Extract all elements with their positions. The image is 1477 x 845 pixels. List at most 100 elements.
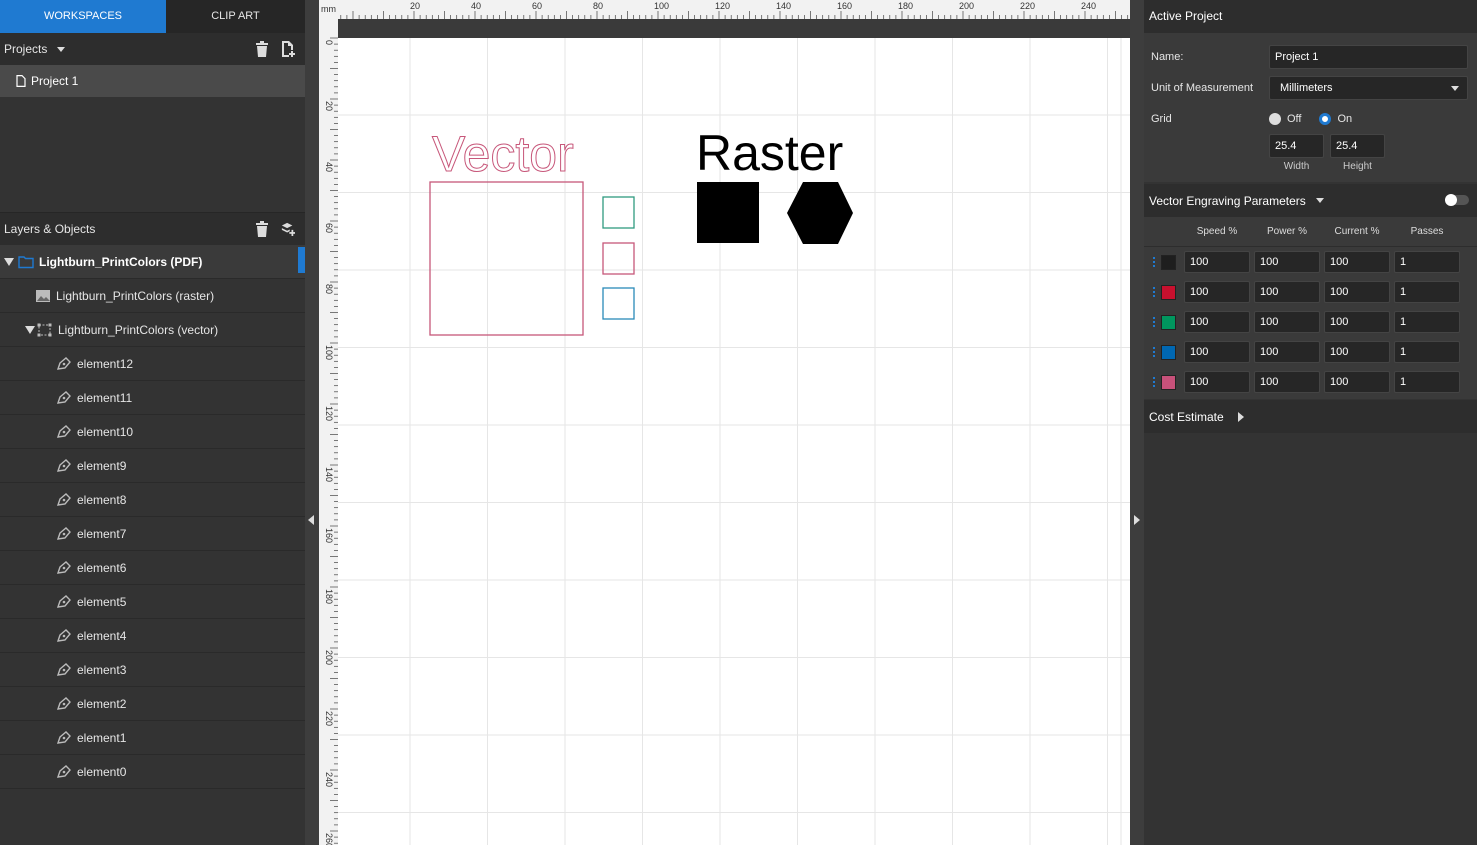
vector-large-rect[interactable] — [429, 181, 584, 336]
col-current: Current % — [1334, 226, 1380, 237]
vector-params-toggle[interactable] — [1445, 194, 1469, 206]
power-field[interactable]: 100 — [1254, 251, 1320, 273]
project-item[interactable]: Project 1 — [0, 65, 305, 97]
current-field[interactable]: 100 — [1324, 371, 1390, 393]
layer-element[interactable]: element3 — [0, 653, 305, 687]
raster-text[interactable]: Raster — [696, 125, 843, 181]
pen-tool-icon — [56, 696, 71, 710]
tab-clip-art[interactable]: CLIP ART — [166, 0, 305, 33]
grid-on-radio[interactable]: On — [1319, 112, 1352, 125]
speed-field[interactable]: 100 — [1184, 371, 1250, 393]
passes-field[interactable]: 1 — [1394, 371, 1460, 393]
current-field[interactable]: 100 — [1324, 281, 1390, 303]
grid-off-radio[interactable]: Off — [1269, 112, 1301, 125]
left-splitter[interactable] — [305, 0, 319, 845]
layer-element[interactable]: element2 — [0, 687, 305, 721]
layer-vector[interactable]: Lightburn_PrintColors (vector) — [0, 313, 305, 347]
passes-field[interactable]: 1 — [1394, 311, 1460, 333]
project-name-field[interactable]: Project 1 — [1269, 44, 1468, 69]
expand-icon[interactable] — [25, 325, 35, 334]
ruler-x-label: 180 — [898, 1, 913, 11]
right-splitter[interactable] — [1130, 0, 1144, 845]
power-field[interactable]: 100 — [1254, 281, 1320, 303]
add-layer-icon[interactable] — [281, 221, 295, 237]
grid-height-field[interactable]: 25.4 — [1330, 134, 1385, 158]
vector-params-header[interactable]: Vector Engraving Parameters — [1144, 184, 1477, 217]
grid-width-field[interactable]: 25.4 — [1269, 134, 1324, 158]
ruler-x-label: 20 — [410, 1, 420, 11]
passes-field[interactable]: 1 — [1394, 341, 1460, 363]
speed-field[interactable]: 100 — [1184, 341, 1250, 363]
radio-off-icon — [1269, 112, 1281, 125]
pen-tool-icon — [56, 662, 71, 676]
design-canvas[interactable]: Vector Raster — [338, 38, 1130, 845]
color-swatch[interactable] — [1161, 284, 1176, 300]
color-swatch[interactable] — [1161, 314, 1176, 330]
layer-element[interactable]: element10 — [0, 415, 305, 449]
ruler-x-label: 160 — [837, 1, 852, 11]
canvas-area: mm 20406080100120140160180200220240260 0… — [319, 0, 1157, 845]
expand-icon[interactable] — [4, 257, 14, 266]
speed-field[interactable]: 100 — [1184, 251, 1250, 273]
vector-text[interactable]: Vector — [432, 126, 575, 183]
raster-square[interactable] — [697, 182, 759, 243]
vector-red-square[interactable] — [602, 242, 635, 275]
power-field[interactable]: 100 — [1254, 371, 1320, 393]
pen-tool-icon — [56, 628, 71, 642]
ruler-y-label: 40 — [324, 162, 334, 172]
layer-element[interactable]: element11 — [0, 381, 305, 415]
trash-icon[interactable] — [255, 221, 269, 237]
current-field[interactable]: 100 — [1324, 251, 1390, 273]
speed-field[interactable]: 100 — [1184, 281, 1250, 303]
layer-element[interactable]: element4 — [0, 619, 305, 653]
drag-handle-icon[interactable] — [1150, 347, 1158, 357]
raster-hexagon[interactable] — [787, 182, 853, 244]
drag-handle-icon[interactable] — [1150, 377, 1158, 387]
unit-select[interactable]: Millimeters — [1269, 75, 1468, 100]
layer-element[interactable]: element1 — [0, 721, 305, 755]
collapse-left-icon[interactable] — [308, 515, 314, 525]
project-item-label: Project 1 — [31, 74, 79, 88]
pen-tool-icon — [56, 560, 71, 574]
ruler-y-label: 220 — [324, 711, 334, 726]
collapse-right-icon[interactable] — [1134, 515, 1140, 525]
projects-header: Projects — [0, 33, 305, 65]
layer-raster[interactable]: Lightburn_PrintColors (raster) — [0, 279, 305, 313]
current-field[interactable]: 100 — [1324, 311, 1390, 333]
power-field[interactable]: 100 — [1254, 311, 1320, 333]
cost-estimate-header[interactable]: Cost Estimate — [1144, 400, 1477, 433]
drag-handle-icon[interactable] — [1150, 257, 1158, 267]
color-swatch[interactable] — [1161, 254, 1176, 270]
layer-element[interactable]: element6 — [0, 551, 305, 585]
tab-workspaces[interactable]: WORKSPACES — [0, 0, 166, 33]
speed-field[interactable]: 100 — [1184, 311, 1250, 333]
top-tabs: WORKSPACES CLIP ART — [0, 0, 305, 33]
color-swatch[interactable] — [1161, 344, 1176, 360]
layer-element[interactable]: element0 — [0, 755, 305, 789]
passes-field[interactable]: 1 — [1394, 251, 1460, 273]
layer-element[interactable]: element9 — [0, 449, 305, 483]
ruler-top: 20406080100120140160180200220240260 — [338, 0, 1157, 19]
vector-blue-square[interactable] — [602, 287, 635, 320]
trash-icon[interactable] — [255, 41, 269, 57]
layer-element[interactable]: element12 — [0, 347, 305, 381]
layer-element[interactable]: element7 — [0, 517, 305, 551]
layer-root[interactable]: Lightburn_PrintColors (PDF) — [0, 245, 305, 279]
power-field[interactable]: 100 — [1254, 341, 1320, 363]
pen-tool-icon — [56, 390, 71, 404]
vector-green-square[interactable] — [602, 196, 635, 229]
expand-right-icon[interactable] — [1237, 411, 1244, 422]
drag-handle-icon[interactable] — [1150, 287, 1158, 297]
drag-handle-icon[interactable] — [1150, 317, 1158, 327]
pen-tool-icon — [56, 526, 71, 540]
vector-params-dropdown-icon[interactable] — [1315, 198, 1324, 203]
layer-element[interactable]: element8 — [0, 483, 305, 517]
current-field[interactable]: 100 — [1324, 341, 1390, 363]
layer-element-label: element2 — [77, 696, 127, 711]
layer-element[interactable]: element5 — [0, 585, 305, 619]
color-swatch[interactable] — [1161, 374, 1176, 390]
projects-dropdown-icon[interactable] — [57, 46, 66, 52]
layer-element-label: element6 — [77, 560, 127, 575]
passes-field[interactable]: 1 — [1394, 281, 1460, 303]
new-file-icon[interactable] — [281, 41, 295, 57]
